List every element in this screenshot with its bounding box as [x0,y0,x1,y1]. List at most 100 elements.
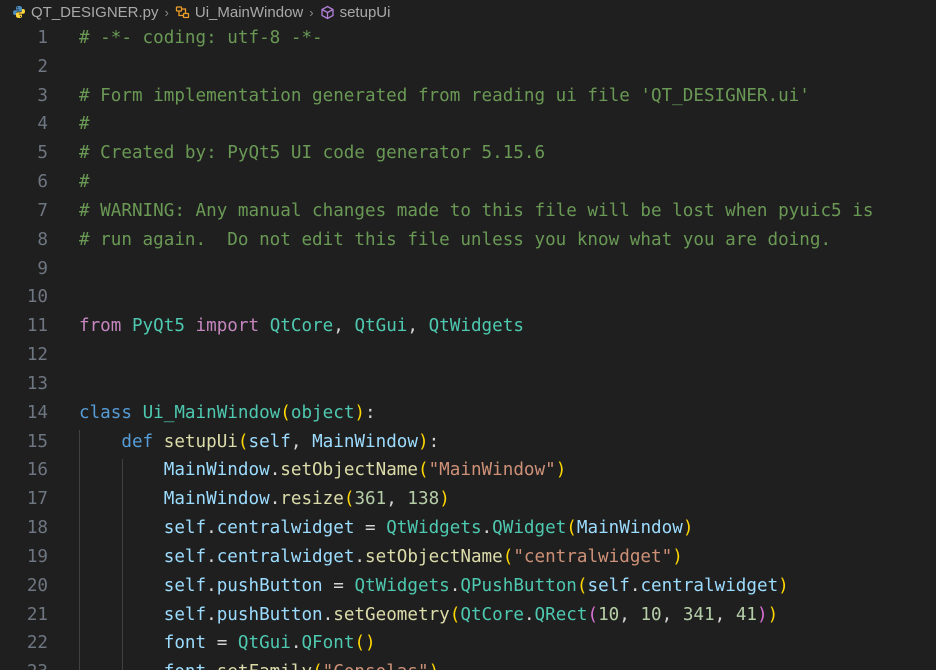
code-token: PyQt5 [131,316,185,337]
code-token: ( [354,633,366,654]
code-token: , [290,431,313,452]
code-token: ( [576,575,588,596]
code-token: "centralwidget" [513,546,673,567]
code-token: def [121,431,154,452]
line-number: 5 [37,143,48,164]
code-line[interactable]: 1 # -*- coding: utf-8 -*- [0,24,936,53]
code-line[interactable]: 12 [0,341,936,370]
line-number: 8 [37,229,48,250]
code-line[interactable]: 7 # WARNING: Any manual changes made to t… [0,197,936,226]
breadcrumb: QT_DESIGNER.py › Ui_MainWindow › setupUi [0,0,936,24]
code-line[interactable]: 10 [0,283,936,312]
code-token: # Created by: PyQt5 UI code generator 5.… [79,143,546,164]
code-token: class [79,402,132,423]
code-token: ) [672,546,683,567]
code-token: 138 [407,489,440,510]
line-text: class Ui_MainWindow(object): [79,399,376,428]
code-token: : [428,431,440,452]
line-number: 17 [26,489,48,510]
code-token: self [163,575,207,596]
code-line[interactable]: 8 # run again. Do not edit this file unle… [0,226,936,255]
code-token: from [79,316,122,337]
code-token: MainWindow [163,489,270,510]
code-token: . [206,546,217,567]
code-token: ) [682,518,694,539]
code-token: 10 [640,604,662,625]
code-line[interactable]: 16 MainWindow.setObjectName("MainWindow"… [0,456,936,485]
line-number: 11 [26,316,48,337]
code-token: import [195,316,260,337]
code-line[interactable]: 6 # [0,168,936,197]
code-line[interactable]: 18 self.centralwidget = QtWidgets.QWidge… [0,514,936,543]
code-token: ( [417,460,429,481]
code-token: . [629,575,641,596]
code-token: ) [418,431,429,452]
code-token: resize [280,489,344,510]
line-text: MainWindow.setObjectName("MainWindow") [79,456,567,485]
line-text: # [79,110,90,139]
code-token: ) [429,662,440,670]
code-token: # [79,172,90,193]
code-token: ( [566,518,577,539]
code-token: font [164,662,206,670]
line-text: # [79,168,90,197]
code-line[interactable]: 22 font = QtGui.QFont() [0,629,936,658]
code-line[interactable]: 15 def setupUi(self, MainWindow): [0,428,936,457]
chevron-right-icon: › [309,4,314,20]
code-token: . [523,604,535,625]
line-number: 20 [26,575,48,596]
code-token: QtWidgets [354,575,450,596]
line-number: 9 [37,258,48,279]
code-line[interactable]: 9 [0,255,936,284]
indent-guide [79,430,80,670]
code-line[interactable]: 11 from PyQt5 import QtCore, QtGui, QtWid… [0,312,936,341]
line-text: # Created by: PyQt5 UI code generator 5.… [79,139,545,168]
code-token: self [163,604,207,625]
code-token: QtGui [237,633,291,654]
code-line[interactable]: 14 class Ui_MainWindow(object): [0,399,936,428]
code-token: QtWidgets [428,316,524,337]
code-editor[interactable]: QT_DESIGNER.py › Ui_MainWindow › setupUi… [0,0,936,670]
line-number: 22 [26,633,48,654]
line-text: MainWindow.resize(361, 138) [79,485,450,514]
code-token: QtGui [354,316,408,337]
breadcrumb-method[interactable]: setupUi [320,4,390,21]
code-line[interactable]: 23 font.setFamily("Consolas") [0,658,936,670]
line-text: # Form implementation generated from rea… [79,82,810,111]
line-text: font = QtGui.QFont() [79,629,376,658]
code-line[interactable]: 17 MainWindow.resize(361, 138) [0,485,936,514]
line-text: font.setFamily("Consolas") [79,658,439,670]
code-line[interactable]: 21 self.pushButton.setGeometry(QtCore.QR… [0,601,936,630]
code-token: "Consolas" [323,662,429,670]
code-token: pushButton [216,575,323,596]
code-token: , [407,316,429,337]
code-token: 41 [735,604,757,625]
code-line[interactable]: 3 # Form implementation generated from re… [0,82,936,111]
code-area[interactable]: 1 # -*- coding: utf-8 -*- 2 3 # Form impleme… [0,24,936,670]
code-token: 341 [682,604,715,625]
code-token: ( [280,402,291,423]
code-token: . [481,518,493,539]
code-line[interactable]: 19 self.centralwidget.setObjectName("cen… [0,543,936,572]
breadcrumb-class[interactable]: Ui_MainWindow [175,4,303,21]
code-token: setupUi [163,431,238,452]
code-token: # run again. Do not edit this file unles… [79,229,832,250]
line-number: 10 [26,287,48,308]
line-text: self.centralwidget = QtWidgets.QWidget(M… [79,514,694,543]
code-token: 10 [598,604,620,625]
code-line[interactable]: 2 [0,53,936,82]
code-line[interactable]: 5 # Created by: PyQt5 UI code generator 5… [0,139,936,168]
code-token: QRect [534,604,588,625]
breadcrumb-file[interactable]: QT_DESIGNER.py [11,4,159,21]
line-text: def setupUi(self, MainWindow): [79,428,439,457]
code-line[interactable]: 13 [0,370,936,399]
code-line[interactable]: 4 # [0,110,936,139]
line-text: from PyQt5 import QtCore, QtGui, QtWidge… [79,312,524,341]
code-token: , [714,604,736,625]
code-token: 361 [354,489,387,510]
python-file-icon [11,4,27,20]
code-line[interactable]: 20 self.pushButton = QtWidgets.QPushButt… [0,572,936,601]
code-token: ) [555,460,567,481]
code-token: ) [767,604,779,625]
